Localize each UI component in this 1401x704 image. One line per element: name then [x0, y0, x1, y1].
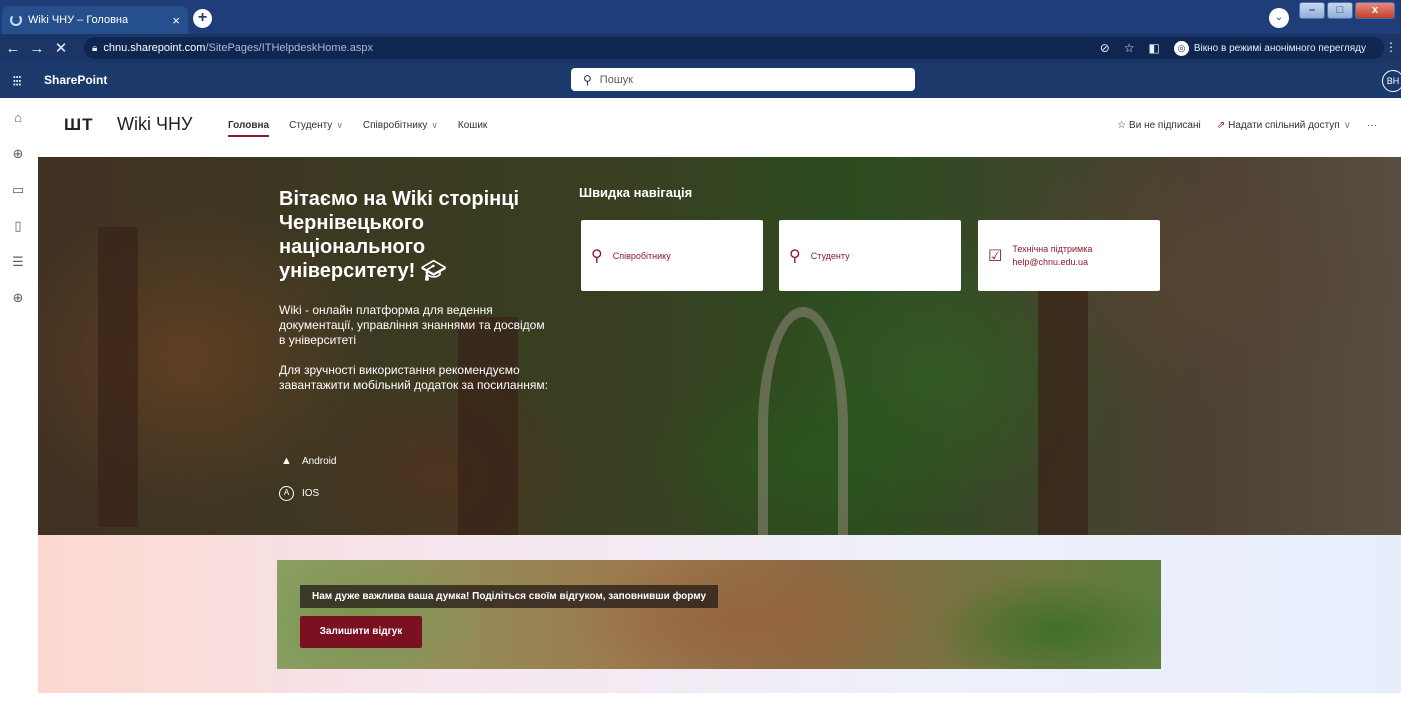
back-arrow-icon[interactable]: ←: [2, 40, 24, 57]
add-circle-icon[interactable]: ⊕: [8, 288, 28, 308]
avatar[interactable]: ВН: [1382, 70, 1401, 92]
window-controls: ⌄ – □ x: [1269, 2, 1395, 28]
sharepoint-suite-bar: ⁝⁝⁝ SharePoint ⚲ Пошук ВН: [0, 62, 1401, 98]
bookmark-star-icon[interactable]: ☆: [1124, 41, 1135, 55]
android-link[interactable]: ▲ Android: [279, 454, 336, 469]
stop-loading-icon[interactable]: ✕: [50, 39, 72, 57]
browser-menu-icon[interactable]: ⋮: [1385, 40, 1397, 54]
follow-button[interactable]: ☆ Ви не підписані: [1117, 120, 1201, 131]
hero-section: Вітаємо на Wiki сторінці Чернівецького н…: [38, 157, 1401, 535]
side-panel-icon[interactable]: ◧: [1149, 41, 1160, 55]
android-icon: ▲: [281, 455, 292, 467]
loading-spinner-icon: [10, 14, 22, 26]
lock-icon: 🔒︎: [92, 42, 98, 54]
home-icon[interactable]: ⌂: [8, 108, 28, 128]
site-title[interactable]: Wiki ЧНУ: [117, 114, 192, 135]
url-host: chnu.sharepoint.com: [103, 42, 206, 54]
sharepoint-brand[interactable]: SharePoint: [44, 73, 107, 87]
maximize-button[interactable]: □: [1327, 2, 1353, 19]
top-navigation: Головна Студенту ∨ Співробітнику ∨ Кошик: [228, 120, 487, 137]
support-check-icon: ☑: [988, 247, 1003, 265]
tab-title: Wiki ЧНУ – Головна: [28, 14, 129, 26]
chevron-down-icon: ∨: [1343, 120, 1351, 131]
app-launcher-icon[interactable]: ⁝⁝⁝: [12, 72, 22, 90]
search-placeholder: Пошук: [599, 73, 633, 86]
more-actions-icon[interactable]: ···: [1367, 120, 1377, 131]
hero-heading: Вітаємо на Wiki сторінці Чернівецького н…: [279, 188, 520, 282]
person-icon: ⚲: [591, 247, 603, 265]
tab-close-icon[interactable]: ×: [172, 13, 180, 28]
share-button[interactable]: ⇗ Надати спільний доступ ∨: [1217, 120, 1351, 131]
search-icon: ⚲: [583, 72, 592, 87]
ios-link[interactable]: A IOS: [279, 486, 319, 501]
leave-feedback-button[interactable]: Залишити відгук: [300, 616, 422, 648]
star-icon: ☆: [1117, 120, 1127, 131]
site-header: ШТ Wiki ЧНУ Головна Студенту ∨ Співробітн…: [36, 98, 1401, 156]
news-icon[interactable]: ▭: [8, 180, 28, 200]
browser-tab[interactable]: Wiki ЧНУ – Головна ×: [2, 6, 188, 34]
document-icon[interactable]: ▯: [8, 216, 28, 236]
list-icon[interactable]: ☰: [8, 252, 28, 272]
quick-link-student[interactable]: ⚲ Студенту: [779, 220, 961, 291]
left-app-bar: ⌂ ⊕ ▭ ▯ ☰ ⊕: [0, 98, 36, 704]
quick-nav-title: Швидка навігація: [579, 185, 693, 200]
forward-arrow-icon[interactable]: →: [26, 40, 48, 57]
feedback-banner: Нам дуже важлива ваша думка! Поділіться …: [277, 560, 1161, 669]
header-actions: ☆ Ви не підписані ⇗ Надати спільний доступ…: [1117, 120, 1377, 131]
browser-tabstrip: Wiki ЧНУ – Головна × + ⌄ – □ x: [0, 0, 1401, 34]
incognito-label: Вікно в режимі анонімного перегляду: [1193, 42, 1366, 54]
browser-toolbar: ← → ✕ 🔒︎ chnu.sharepoint.com/SitePages/I…: [0, 34, 1401, 62]
graduation-cap-icon: 🎓︎: [420, 260, 447, 282]
app-store-icon: A: [279, 486, 294, 501]
tracking-eye-icon[interactable]: ⊘: [1100, 41, 1110, 55]
url-path: /SitePages/ITHelpdeskHome.aspx: [205, 42, 373, 54]
nav-item-student[interactable]: Студенту ∨: [289, 120, 343, 131]
globe-icon[interactable]: ⊕: [8, 144, 28, 164]
chevron-down-icon: ∨: [336, 120, 343, 130]
nav-item-staff[interactable]: Співробітнику ∨: [363, 120, 438, 131]
minimize-button[interactable]: –: [1299, 2, 1325, 19]
new-tab-button[interactable]: +: [193, 9, 212, 28]
search-input[interactable]: ⚲ Пошук: [571, 68, 915, 91]
hero-description: Wiki - онлайн платформа для ведення доку…: [279, 303, 545, 347]
nav-item-recycle-bin[interactable]: Кошик: [458, 120, 487, 131]
hero-overlay: [38, 157, 1401, 535]
quick-link-support[interactable]: ☑ Технічна підтримка help@chnu.edu.ua: [978, 220, 1160, 291]
feedback-text: Нам дуже важлива ваша думка! Поділіться …: [300, 585, 719, 608]
incognito-icon: ◎: [1173, 40, 1189, 56]
chevron-down-icon: ∨: [431, 120, 438, 130]
hero-app-hint: Для зручності використання рекомендуємо …: [279, 363, 548, 392]
share-icon: ⇗: [1216, 120, 1226, 131]
tab-search-chevron-icon[interactable]: ⌄: [1269, 8, 1289, 28]
quick-link-staff[interactable]: ⚲ Співробітнику: [581, 220, 763, 291]
person-icon: ⚲: [789, 247, 801, 265]
address-input[interactable]: 🔒︎ chnu.sharepoint.com/SitePages/ITHelpd…: [84, 37, 1384, 59]
incognito-indicator[interactable]: ◎ Вікно в режимі анонімного перегляду: [1173, 40, 1366, 56]
nav-item-home[interactable]: Головна: [228, 120, 270, 137]
site-logo[interactable]: ШТ: [64, 115, 93, 135]
close-window-button[interactable]: x: [1355, 2, 1395, 19]
